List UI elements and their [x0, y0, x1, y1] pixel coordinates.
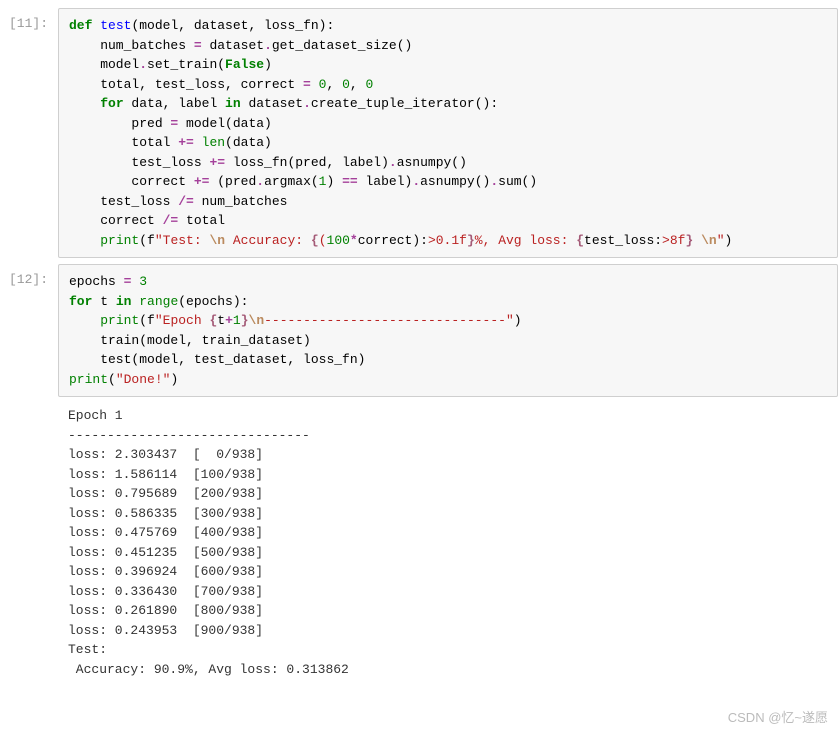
code-input[interactable]: def test(model, dataset, loss_fn): num_b… — [58, 8, 838, 258]
code-cell-11: [11]: def test(model, dataset, loss_fn):… — [0, 8, 838, 258]
cell-prompt: [11]: — [0, 8, 58, 258]
cell-output: Epoch 1 ------------------------------- … — [58, 399, 838, 683]
output-cell: Epoch 1 ------------------------------- … — [0, 399, 838, 683]
cell-prompt: [12]: — [0, 264, 58, 397]
output-prompt — [0, 399, 58, 683]
code-input[interactable]: epochs = 3 for t in range(epochs): print… — [58, 264, 838, 397]
code-cell-12: [12]: epochs = 3 for t in range(epochs):… — [0, 264, 838, 397]
watermark: CSDN @忆~遂愿 — [728, 707, 828, 726]
